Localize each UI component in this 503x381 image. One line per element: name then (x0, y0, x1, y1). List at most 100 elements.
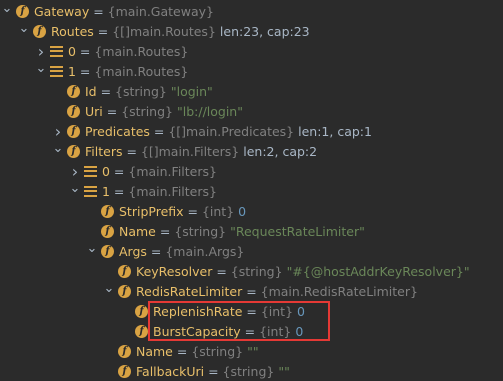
tree-row-filters[interactable]: ⌄ f Filters = {[]main.Filters} len:2, cap:2 (0, 141, 503, 161)
field-icon: f (135, 324, 148, 338)
variable-name: KeyResolver (136, 263, 213, 279)
equals-sign: = (183, 203, 202, 219)
variable-name: Name (119, 223, 156, 239)
tree-row-name[interactable]: f Name = {string} "" (0, 341, 503, 361)
tree-row-args[interactable]: ⌄ f Args = {main.Args} (0, 241, 503, 261)
field-icon: f (118, 284, 131, 298)
equals-sign: = (212, 263, 231, 279)
variable-type: {string} (191, 343, 244, 359)
equals-sign: = (93, 23, 113, 39)
variable-value: "RequestRateLimiter" (230, 223, 365, 239)
variable-type: {main.Routes} (94, 63, 189, 79)
field-icon: f (67, 104, 80, 118)
equals-sign: = (109, 183, 129, 199)
field-icon: f (16, 4, 29, 18)
variable-value: 0 (297, 303, 305, 319)
variable-type: {string} (222, 363, 275, 379)
variable-type: {main.Filters} (128, 163, 217, 179)
variable-type: {[]main.Filters} (140, 143, 240, 159)
variable-name: BurstCapacity (153, 323, 241, 339)
variable-type: {int} (260, 303, 294, 319)
equals-sign: = (240, 323, 260, 339)
tree-row-predicates[interactable]: › f Predicates = {[]main.Predicates} len:1,… (0, 121, 503, 141)
chevron-down-icon[interactable]: ⌄ (0, 0, 14, 18)
chevron-down-icon[interactable]: ⌄ (68, 178, 82, 198)
equals-sign: = (146, 243, 166, 259)
field-icon: f (67, 144, 80, 158)
tree-row-1[interactable]: ⌄ 1 = {main.Filters} (0, 181, 503, 201)
equals-sign: = (102, 103, 122, 119)
chevron-down-icon[interactable]: ⌄ (85, 238, 99, 258)
variable-type: {string} (230, 263, 283, 279)
variable-value: "#{@hostAddrKeyResolver}" (286, 263, 470, 279)
variable-name: FallbackUri (136, 363, 205, 379)
tree-row-redisratelimiter[interactable]: ⌄ f RedisRateLimiter = {main.RedisRateLimi… (0, 281, 503, 301)
variable-name: Args (119, 243, 147, 259)
variable-value: "login" (170, 83, 213, 99)
equals-sign: = (75, 63, 95, 79)
variable-name: Name (136, 343, 173, 359)
tree-row-uri[interactable]: f Uri = {string} "lb://login" (0, 101, 503, 121)
field-icon: f (67, 84, 80, 98)
tree-row-name[interactable]: f Name = {string} "RequestRateLimiter" (0, 221, 503, 241)
tree-row-stripprefix[interactable]: f StripPrefix = {int} 0 (0, 201, 503, 221)
variable-type: {string} (121, 103, 173, 119)
field-icon: f (101, 224, 114, 238)
variable-name: ReplenishRate (153, 303, 243, 319)
variable-type: {main.RedisRateLimiter} (260, 283, 418, 299)
tree-row-fallbackuri[interactable]: f FallbackUri = {string} "" (0, 361, 503, 381)
variable-name: 1 (102, 183, 110, 199)
field-icon: f (118, 344, 131, 358)
variable-type: {main.Args} (165, 243, 245, 259)
equals-sign: = (109, 163, 129, 179)
equals-sign: = (149, 123, 169, 139)
variable-name: StripPrefix (119, 203, 184, 219)
chevron-down-icon[interactable]: ⌄ (102, 278, 116, 298)
field-icon: f (135, 304, 148, 318)
variable-name: 0 (68, 43, 76, 59)
tree-row-1[interactable]: ⌄ 1 = {main.Routes} (0, 61, 503, 81)
equals-sign: = (75, 43, 95, 59)
tree-row-routes[interactable]: ⌄ f Routes = {[]main.Routes} len:23, cap:23 (0, 21, 503, 41)
variable-value: "" (247, 343, 259, 359)
equals-sign: = (89, 3, 108, 19)
variable-type: {[]main.Predicates} (168, 123, 295, 139)
chevron-down-icon[interactable]: ⌄ (34, 58, 48, 78)
variable-type: {main.Gateway} (107, 3, 214, 19)
variable-name: 1 (68, 63, 76, 79)
equals-sign: = (122, 143, 141, 159)
field-icon: f (101, 244, 114, 258)
list-element-icon (50, 45, 63, 58)
variable-name: RedisRateLimiter (136, 283, 243, 299)
chevron-down-icon[interactable]: ⌄ (17, 18, 31, 38)
variable-type: {[]main.Routes} (112, 23, 216, 39)
variable-value: len:2, cap:2 (243, 143, 318, 159)
variable-name: Id (85, 83, 97, 99)
variable-value: 0 (295, 323, 304, 339)
field-icon: f (118, 264, 131, 278)
equals-sign: = (172, 343, 192, 359)
field-icon: f (118, 364, 131, 378)
tree-row-0[interactable]: › 0 = {main.Routes} (0, 41, 503, 61)
list-element-icon (50, 65, 63, 78)
variable-name: Gateway (34, 3, 90, 19)
tree-row-burstcapacity[interactable]: f BurstCapacity = {int} 0 (0, 321, 503, 341)
variable-name: Uri (85, 103, 103, 119)
list-element-icon (84, 185, 97, 198)
field-icon: f (33, 24, 46, 38)
variable-value: len:23, cap:23 (219, 23, 310, 39)
variable-name: Routes (51, 23, 94, 39)
equals-sign: = (242, 303, 261, 319)
variable-name: Predicates (85, 123, 150, 139)
variable-type: {main.Filters} (128, 183, 217, 199)
tree-row-id[interactable]: f Id = {string} "login" (0, 81, 503, 101)
tree-row-replenishrate[interactable]: f ReplenishRate = {int} 0 (0, 301, 503, 321)
chevron-down-icon[interactable]: ⌄ (51, 138, 65, 158)
equals-sign: = (155, 223, 175, 239)
tree-row-keyresolver[interactable]: f KeyResolver = {string} "#{@hostAddrKeyRe… (0, 261, 503, 281)
variable-type: {int} (259, 323, 292, 339)
tree-row-gateway[interactable]: ⌄ f Gateway = {main.Gateway} (0, 1, 503, 21)
debugger-variables-tree: ⌄ f Gateway = {main.Gateway} ⌄ f Routes = {[]… (0, 0, 503, 381)
variable-name: Filters (85, 143, 123, 159)
variable-type: {string} (174, 223, 227, 239)
